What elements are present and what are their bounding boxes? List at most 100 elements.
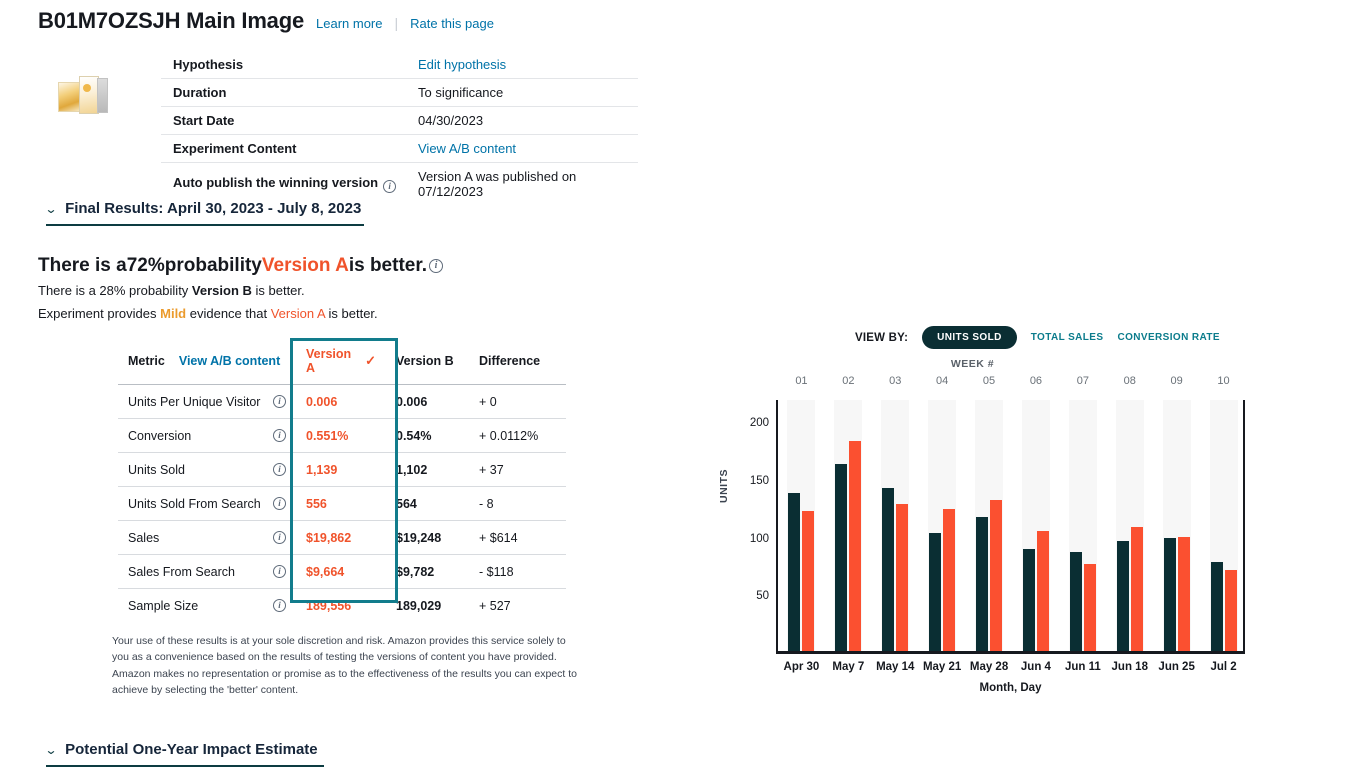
metric-cell-group: Units Sold i	[128, 463, 286, 477]
bar-version-a[interactable]	[788, 492, 801, 651]
metric-name-cell: Conversion i	[118, 418, 296, 453]
evidence-level: Mild	[160, 305, 187, 321]
check-icon: ✓	[365, 353, 376, 368]
difference-value: + 527	[479, 598, 511, 613]
difference-value: + $614	[469, 520, 566, 555]
table-row: Duration To significance	[161, 78, 638, 107]
week-number-tick: 08	[1123, 375, 1136, 387]
evidence-version: Version A	[270, 305, 325, 321]
x-axis-tick: May 14	[876, 661, 915, 673]
metric-cell-group: Units Sold From Search i	[128, 497, 286, 511]
x-axis-tick: Jun 11	[1064, 661, 1101, 673]
x-axis-tick: Apr 30	[783, 661, 820, 673]
bar-version-a[interactable]	[929, 533, 942, 651]
bar-version-a[interactable]	[1163, 537, 1176, 651]
view-by-option-conversion-rate[interactable]: CONVERSION RATE	[1117, 332, 1220, 343]
metric-name: Units Sold	[128, 462, 185, 477]
bar-version-a[interactable]	[1116, 541, 1129, 651]
section-header-impact-estimate[interactable]: ⌄ Potential One-Year Impact Estimate	[44, 741, 324, 767]
metric-cell-group: Sample Size i	[128, 599, 286, 613]
version-a-value: 0.006	[296, 384, 386, 419]
section-title-impact-estimate: Potential One-Year Impact Estimate	[65, 741, 318, 758]
info-label: Hypothesis	[161, 51, 406, 79]
bar-version-a[interactable]	[835, 463, 848, 651]
view-ab-content-link[interactable]: View A/B content	[418, 141, 516, 156]
thumbnail-package-left	[58, 82, 80, 112]
info-icon[interactable]: i	[273, 497, 286, 510]
view-by-option-units-sold[interactable]: UNITS SOLD	[922, 326, 1017, 349]
metric-cell-group: Sales i	[128, 531, 286, 545]
x-axis-tick: May 7	[832, 661, 865, 673]
bar-version-b[interactable]	[1177, 536, 1190, 651]
bar-group	[788, 400, 815, 651]
y-axis-label: UNITS	[718, 469, 730, 503]
view-ab-content-link[interactable]: View A/B content	[179, 354, 280, 368]
metric-name-cell: Sample Size i	[118, 589, 296, 623]
bar-version-a[interactable]	[976, 517, 989, 651]
edit-hypothesis-link[interactable]: Edit hypothesis	[418, 57, 506, 72]
table-row: Sales From Search i $9,664 $9,782 - $118	[118, 554, 566, 589]
version-b-value: $9,782	[386, 554, 469, 589]
info-label: Start Date	[161, 106, 406, 135]
section-header-final-results[interactable]: ⌄ Final Results: April 30, 2023 - July 8…	[44, 200, 364, 226]
bar-version-a[interactable]	[1210, 562, 1223, 651]
difference-value: + 0.0112%	[469, 418, 566, 453]
info-icon[interactable]: i	[273, 599, 286, 613]
info-icon[interactable]: i	[428, 258, 443, 273]
info-icon[interactable]: i	[273, 565, 286, 578]
table-row: Sample Size i 189,556 189,029 + 527	[118, 589, 566, 623]
difference-value: - $118	[469, 554, 566, 589]
difference-value: - 8	[469, 486, 566, 521]
probability-percent: 72%	[126, 255, 165, 276]
x-axis-tick: Jun 18	[1111, 661, 1148, 673]
week-number-tick: 05	[982, 375, 996, 387]
info-label-text: Auto publish the winning version	[173, 175, 379, 190]
version-b-value: 0.006	[386, 384, 469, 419]
x-axis-label: Month, Day	[979, 682, 1042, 694]
info-icon[interactable]: i	[273, 395, 286, 408]
bar-version-b[interactable]	[1130, 527, 1143, 651]
week-number-tick: 06	[1029, 375, 1043, 387]
version-a-value: 0.551%	[296, 418, 386, 453]
table-row: Units Sold i 1,139 1,102 + 37	[118, 452, 566, 487]
info-label: Duration	[161, 78, 406, 107]
table-row: Auto publish the winning version i Versio…	[161, 163, 638, 206]
learn-more-link[interactable]: Learn more	[316, 16, 382, 31]
bar-version-b[interactable]	[896, 504, 909, 651]
info-icon[interactable]: i	[273, 429, 286, 442]
info-label: Auto publish the winning version i	[161, 163, 406, 206]
bar-version-a[interactable]	[1069, 551, 1082, 651]
version-b-value: $19,248	[386, 520, 469, 555]
table-row: Start Date 04/30/2023	[161, 106, 638, 135]
bar-version-b[interactable]	[943, 509, 956, 651]
bar-version-a[interactable]	[882, 488, 895, 651]
info-value: To significance	[406, 78, 638, 107]
section-title-final-results: Final Results: April 30, 2023 - July 8, …	[65, 200, 362, 217]
probability-mid: probability	[164, 255, 262, 276]
metric-name-cell: Sales i	[118, 520, 296, 555]
rate-this-page-link[interactable]: Rate this page	[410, 16, 494, 31]
week-number-tick: 07	[1076, 375, 1089, 387]
bar-version-b[interactable]	[1036, 530, 1049, 651]
table-row: Units Sold From Search i 556 564 - 8	[118, 486, 566, 521]
bar-group	[1022, 400, 1049, 651]
metrics-header-row: Metric View A/B content Version A ✓ Vers…	[118, 338, 566, 385]
metric-name: Sales From Search	[128, 564, 235, 579]
info-icon[interactable]: i	[383, 180, 397, 193]
bar-version-b[interactable]	[802, 511, 815, 651]
info-label-text: Hypothesis	[173, 57, 244, 72]
version-a-value: 1,139	[296, 452, 386, 487]
bar-version-b[interactable]	[1083, 564, 1096, 651]
evidence-mid: evidence that	[186, 305, 271, 321]
bar-version-b[interactable]	[990, 499, 1003, 651]
info-icon[interactable]: i	[273, 463, 286, 476]
metric-name: Sales	[128, 530, 160, 545]
info-icon[interactable]: i	[273, 531, 286, 544]
bar-group	[1116, 400, 1143, 651]
bar-version-a[interactable]	[1022, 549, 1035, 651]
bar-version-b[interactable]	[849, 440, 862, 651]
experiment-info-table: Hypothesis Edit hypothesis Duration To s…	[161, 51, 638, 205]
bar-version-b[interactable]	[1224, 570, 1237, 651]
week-number-tick: 04	[936, 375, 949, 387]
view-by-option-total-sales[interactable]: TOTAL SALES	[1031, 332, 1104, 343]
